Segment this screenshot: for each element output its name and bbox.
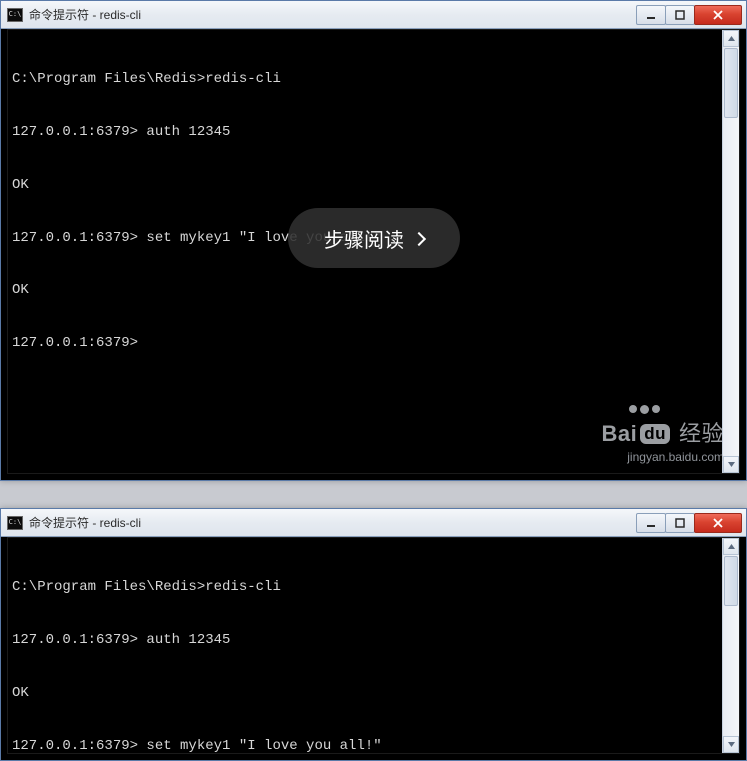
paw-icon <box>601 405 660 414</box>
scroll-up-button[interactable] <box>723 538 739 555</box>
watermark-brand: Baidu经验 <box>601 416 724 448</box>
cmd-window-2: 命令提示符 - redis-cli C:\Program Files\Redis… <box>0 508 747 761</box>
chevron-right-icon <box>412 232 426 246</box>
terminal-line: OK <box>12 685 718 703</box>
minimize-button[interactable] <box>636 5 666 25</box>
scroll-thumb[interactable] <box>724 556 738 606</box>
close-button[interactable] <box>694 513 742 533</box>
terminal-line: OK <box>12 282 718 300</box>
scrollbar[interactable] <box>722 538 739 753</box>
watermark-url: jingyan.baidu.com <box>601 450 724 464</box>
terminal-output[interactable]: C:\Program Files\Redis>redis-cli 127.0.0… <box>8 538 722 753</box>
cmd-icon <box>7 8 23 22</box>
cmd-icon <box>7 516 23 530</box>
scroll-thumb[interactable] <box>724 48 738 118</box>
window-title: 命令提示符 - redis-cli <box>29 514 637 531</box>
scroll-up-button[interactable] <box>723 30 739 47</box>
maximize-button[interactable] <box>665 513 695 533</box>
window-title: 命令提示符 - redis-cli <box>29 6 637 23</box>
minimize-button[interactable] <box>636 513 666 533</box>
scrollbar[interactable] <box>722 30 739 473</box>
window-controls <box>637 513 742 533</box>
terminal-line: C:\Program Files\Redis>redis-cli <box>12 71 718 89</box>
terminal-body: C:\Program Files\Redis>redis-cli 127.0.0… <box>7 537 740 754</box>
close-button[interactable] <box>694 5 742 25</box>
scroll-down-button[interactable] <box>723 736 739 753</box>
terminal-line: C:\Program Files\Redis>redis-cli <box>12 579 718 597</box>
overlay-label: 步骤阅读 <box>324 224 404 253</box>
window-controls <box>637 5 742 25</box>
terminal-line: 127.0.0.1:6379> auth 12345 <box>12 124 718 142</box>
titlebar[interactable]: 命令提示符 - redis-cli <box>1 509 746 537</box>
maximize-button[interactable] <box>665 5 695 25</box>
terminal-line: 127.0.0.1:6379> set mykey1 "I love you a… <box>12 738 718 753</box>
terminal-line: 127.0.0.1:6379> <box>12 335 718 353</box>
cmd-window-1: 命令提示符 - redis-cli C:\Program Files\Redis… <box>0 0 747 481</box>
terminal-line: OK <box>12 177 718 195</box>
titlebar[interactable]: 命令提示符 - redis-cli <box>1 1 746 29</box>
terminal-line: 127.0.0.1:6379> auth 12345 <box>12 632 718 650</box>
step-read-overlay[interactable]: 步骤阅读 <box>288 208 460 268</box>
baidu-watermark: Baidu经验 jingyan.baidu.com <box>601 405 724 464</box>
scroll-down-button[interactable] <box>723 456 739 473</box>
